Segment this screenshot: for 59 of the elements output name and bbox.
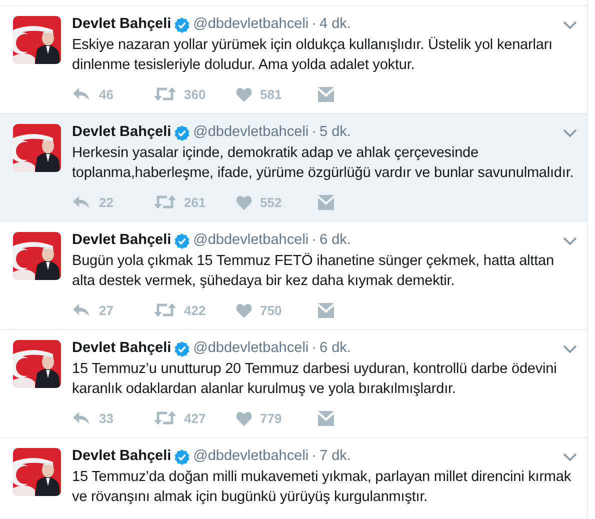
- separator-dot: ·: [312, 231, 316, 250]
- author-handle[interactable]: @dbdevletbahceli: [193, 339, 309, 358]
- reply-count: 33: [99, 410, 114, 426]
- author-handle[interactable]: @dbdevletbahceli: [193, 15, 309, 34]
- tweet-text: Eskiye nazaran yollar yürümek için oldukça kullanışlıdır. Üstelik yol kenarları dinlenme tesisleriyle doludur. Ama yolda adalet yoktur.: [72, 36, 554, 75]
- reply-icon[interactable]: [72, 195, 91, 209]
- retweet-count: 427: [184, 410, 206, 426]
- retweet-icon[interactable]: [154, 303, 176, 317]
- heart-icon[interactable]: [236, 410, 252, 426]
- retweet-icon[interactable]: [154, 195, 176, 209]
- caret-icon[interactable]: [563, 20, 577, 30]
- heart-icon[interactable]: [236, 86, 252, 102]
- envelope-icon[interactable]: [318, 410, 334, 426]
- tweet-text: Bugün yola çıkmak 15 Temmuz FETÖ ihanetine sünger çekmek, hatta alttan alta destek vermek, şühedaya bir kez daha kıymak demektir.: [72, 252, 555, 291]
- reply-count: 22: [99, 194, 114, 210]
- tweet-time[interactable]: 6 dk.: [319, 339, 351, 358]
- retweet-icon[interactable]: [154, 87, 176, 101]
- tweet-time[interactable]: 5 dk.: [319, 123, 351, 142]
- envelope-icon[interactable]: [318, 194, 334, 210]
- like-count: 581: [260, 86, 282, 102]
- author-handle[interactable]: @dbdevletbahceli: [193, 447, 309, 466]
- author-handle[interactable]: @dbdevletbahceli: [193, 231, 309, 250]
- reply-icon[interactable]: [72, 303, 91, 317]
- heart-icon[interactable]: [236, 194, 252, 210]
- reply-count: 27: [99, 302, 114, 318]
- tweet-time[interactable]: 6 dk.: [319, 231, 351, 250]
- like-count: 552: [260, 194, 282, 210]
- like-count: 779: [260, 410, 282, 426]
- retweet-count: 360: [184, 86, 206, 102]
- tweet-text: Herkesin yasalar içinde, demokratik adap ve ahlak çerçevesinde toplanma,haberleşme, ifade, yürüme özgürlüğü vardır ve bunlar savunulmalıdır.: [72, 144, 575, 183]
- caret-icon[interactable]: [563, 452, 577, 462]
- separator-dot: ·: [312, 447, 316, 466]
- author-name[interactable]: Devlet Bahçeli: [72, 231, 172, 250]
- caret-icon[interactable]: [563, 236, 577, 246]
- caret-icon[interactable]: [563, 128, 577, 138]
- caret-icon[interactable]: [563, 344, 577, 354]
- separator-dot: ·: [312, 123, 316, 142]
- retweet-count: 422: [184, 302, 206, 318]
- tweet-time[interactable]: 7 dk.: [319, 447, 351, 466]
- author-name[interactable]: Devlet Bahçeli: [72, 15, 172, 34]
- separator-dot: ·: [312, 15, 316, 34]
- retweet-count: 261: [184, 194, 206, 210]
- tweet-time[interactable]: 4 dk.: [319, 15, 351, 34]
- author-name[interactable]: Devlet Bahçeli: [72, 123, 172, 142]
- reply-icon[interactable]: [72, 411, 91, 425]
- author-name[interactable]: Devlet Bahçeli: [72, 339, 172, 358]
- like-count: 750: [260, 302, 282, 318]
- reply-icon[interactable]: [72, 87, 91, 101]
- heart-icon[interactable]: [236, 302, 252, 318]
- tweet-card[interactable]: Devlet Bahçeli @dbdevletbahceli · 5 dk. Herkesin yasalar içinde, demokratik adap ve ahlak çerçevesinde toplanma,haberleşme, ifade, yürüme özgürlüğü vardır ve bunlar savunulmalıdır. 22 261 552: [0, 114, 587, 221]
- envelope-icon[interactable]: [318, 86, 334, 102]
- author-handle[interactable]: @dbdevletbahceli: [193, 123, 309, 142]
- reply-count: 46: [99, 86, 114, 102]
- tweet-text: 15 Temmuz’da doğan milli mukavemeti yıkmak, parlayan millet direncini kırmak ve rövanşını almak için bugünkü yürüyüş kurgulanmıştır.: [72, 468, 572, 507]
- envelope-icon[interactable]: [318, 302, 334, 318]
- separator-dot: ·: [312, 339, 316, 358]
- author-name[interactable]: Devlet Bahçeli: [72, 447, 172, 466]
- tweet-text: 15 Temmuz’u unutturup 20 Temmuz darbesi uyduran, kontrollü darbe ödevini karanlık odaklardan alanlar kurulmuş ve yola bırakılmışlardır.: [72, 360, 558, 399]
- retweet-icon[interactable]: [154, 411, 176, 425]
